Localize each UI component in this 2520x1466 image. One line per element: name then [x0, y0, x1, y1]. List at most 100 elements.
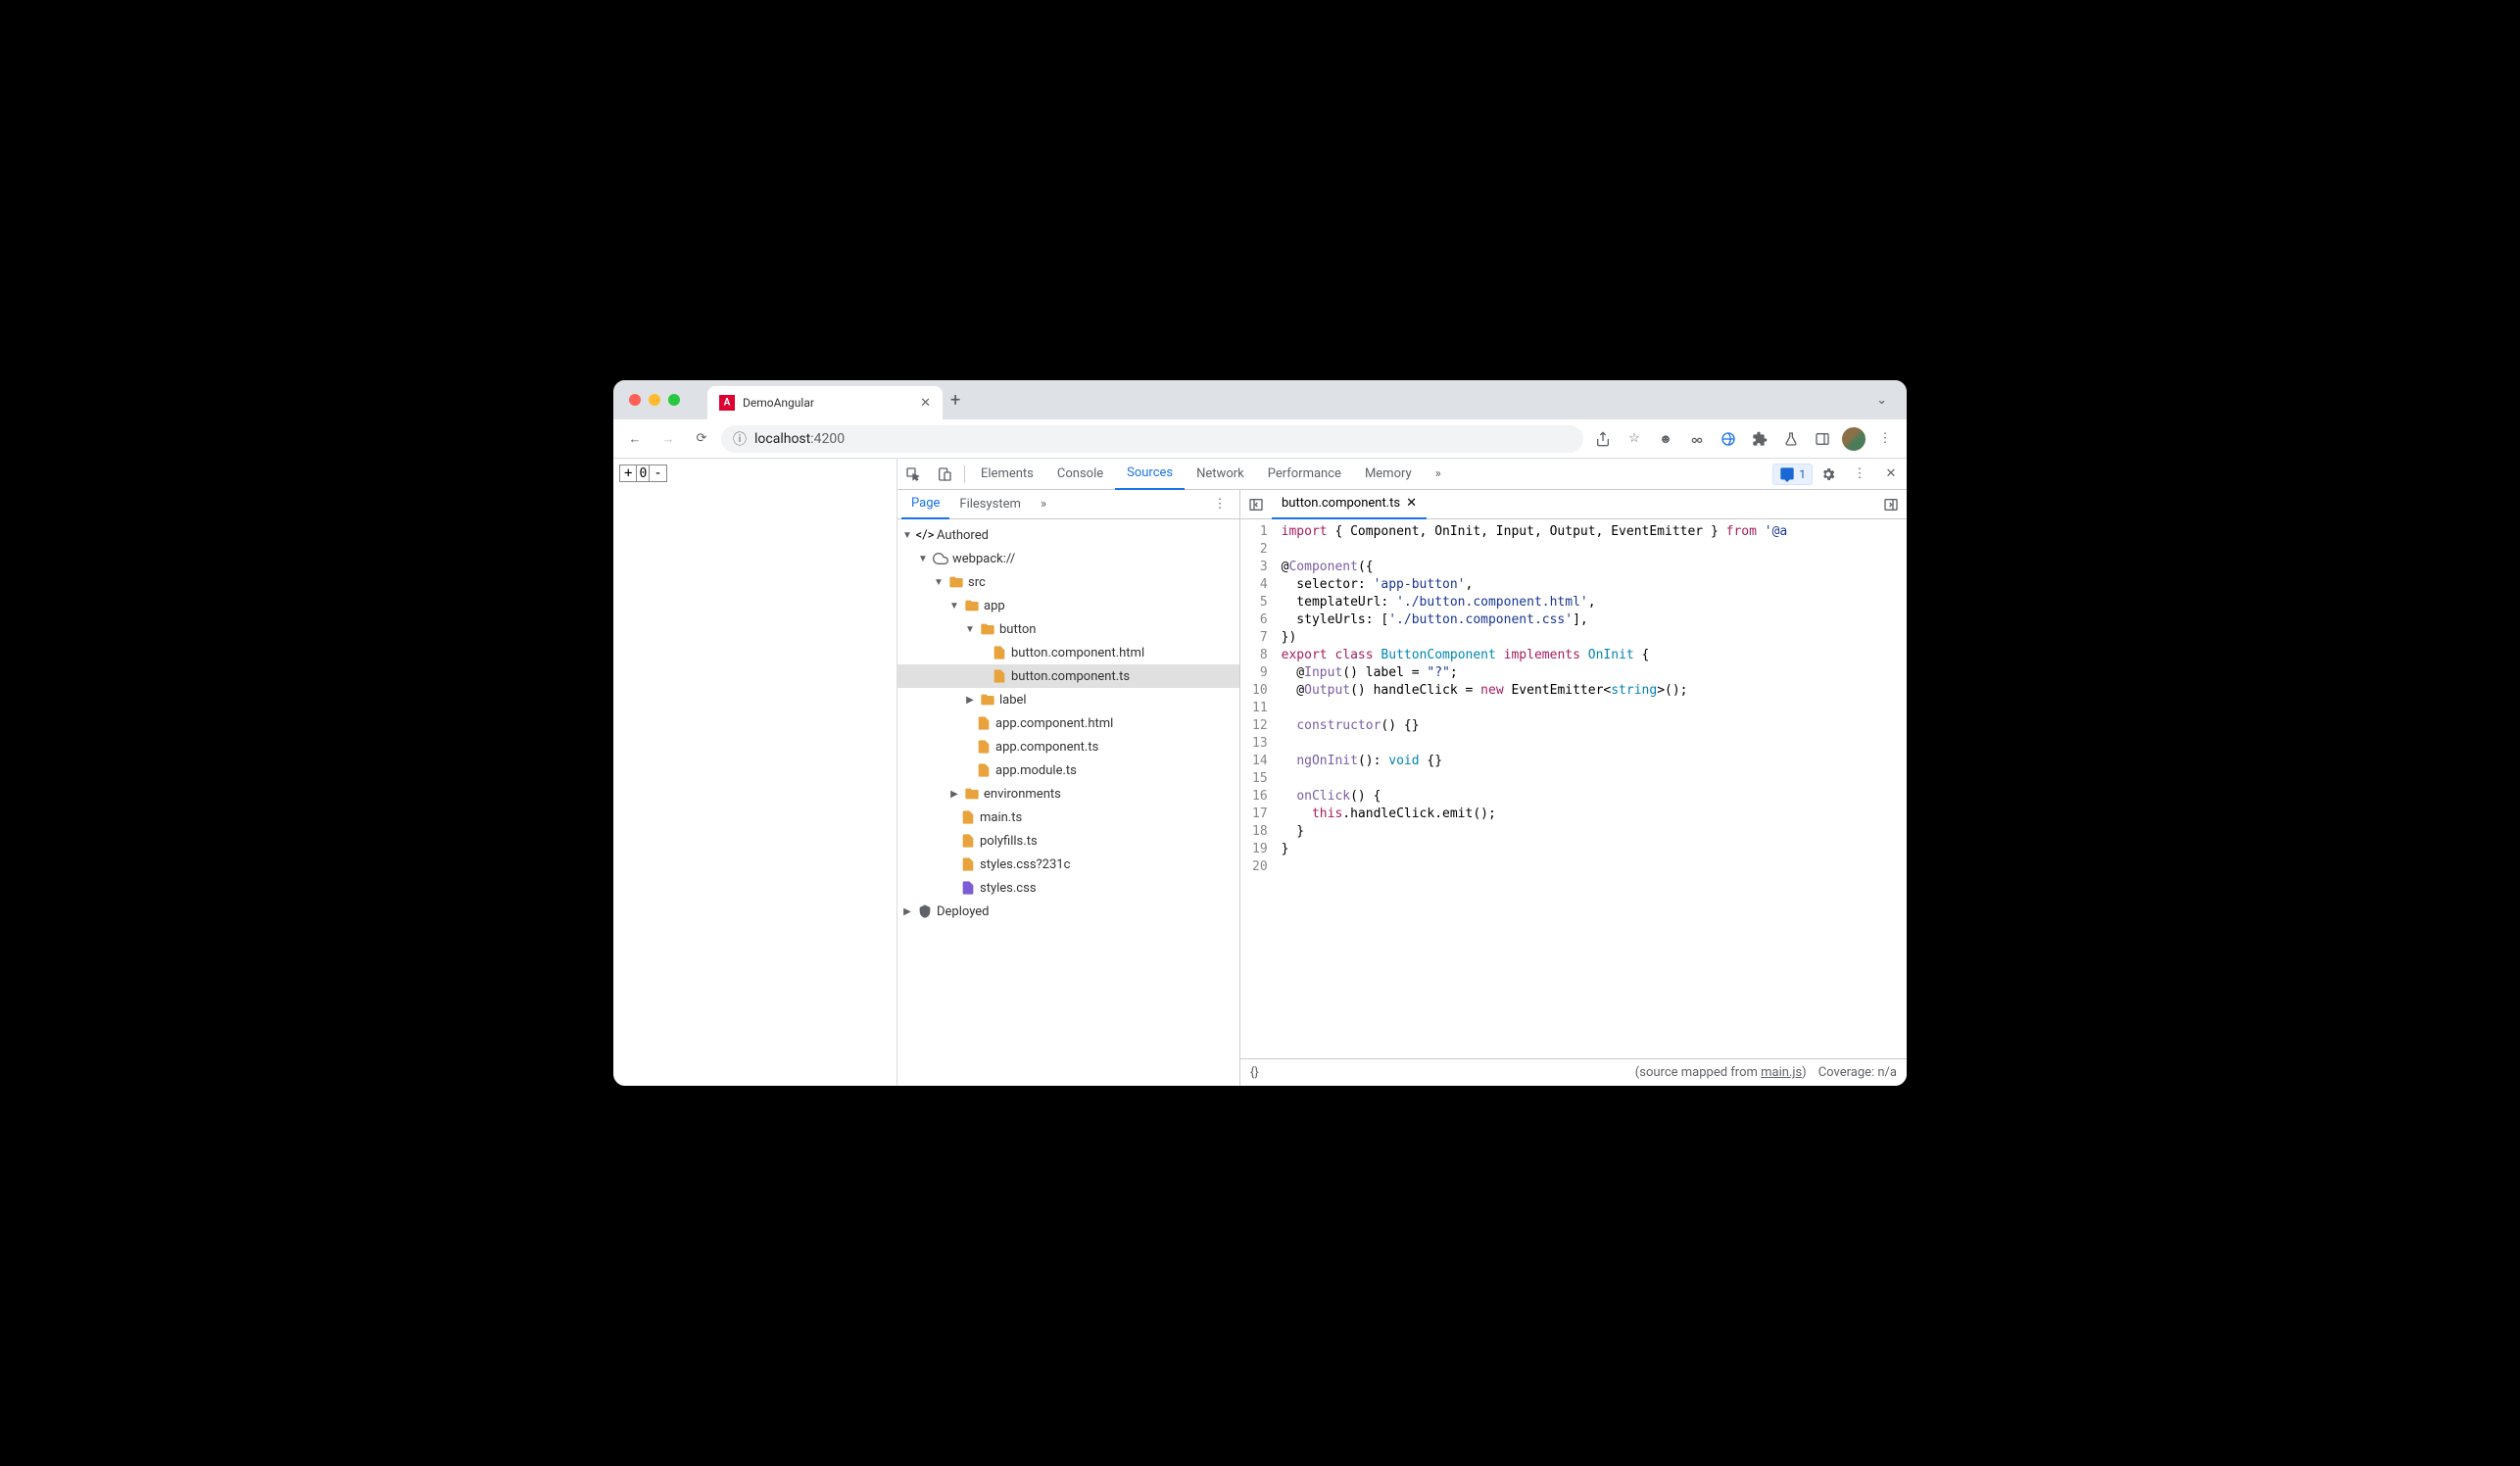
- counter-minus-button[interactable]: -: [649, 465, 665, 481]
- browser-menu-button[interactable]: ⋮: [1871, 425, 1899, 453]
- code-editor[interactable]: 1 2 3 4 5 6 7 8 9 10 11 12 13 14 15 16 1…: [1240, 519, 1907, 1058]
- tree-label-folder[interactable]: ▶ label: [897, 688, 1239, 711]
- forward-button[interactable]: →: [654, 425, 682, 453]
- tree-webpack[interactable]: ▼ webpack://: [897, 547, 1239, 570]
- deployed-icon: [917, 904, 933, 919]
- counter-plus-button[interactable]: +: [620, 465, 637, 481]
- tree-app[interactable]: ▼ app: [897, 594, 1239, 617]
- chevron-down-icon: ▼: [917, 554, 929, 564]
- sources-body: Page Filesystem » ⋮ ▼ </> Authored: [897, 490, 1907, 1086]
- file-icon: [992, 645, 1007, 660]
- tree-environments[interactable]: ▶ environments: [897, 782, 1239, 806]
- devtools-menu-button[interactable]: ⋮: [1844, 459, 1875, 490]
- url-input[interactable]: ⓘ localhost:4200: [721, 425, 1583, 453]
- tab-console[interactable]: Console: [1045, 459, 1115, 490]
- file-icon: [960, 833, 976, 849]
- tree-file-button-ts[interactable]: button.component.ts: [897, 664, 1239, 688]
- labs-icon[interactable]: [1777, 425, 1805, 453]
- issues-badge[interactable]: 1: [1772, 464, 1813, 485]
- browser-tab[interactable]: DemoAngular ✕: [707, 386, 943, 419]
- device-toolbar-icon[interactable]: [929, 459, 960, 490]
- navigator-menu-button[interactable]: ⋮: [1204, 490, 1236, 520]
- tree-authored[interactable]: ▼ </> Authored: [897, 523, 1239, 547]
- file-icon: [960, 809, 976, 825]
- bookmark-icon[interactable]: ☆: [1621, 425, 1648, 453]
- coverage-info: Coverage: n/a: [1818, 1065, 1897, 1080]
- tabs-dropdown-button[interactable]: ⌄: [1865, 393, 1899, 408]
- tree-label: button.component.ts: [1011, 669, 1130, 684]
- extension-skull-icon[interactable]: ☻: [1652, 425, 1679, 453]
- toggle-debugger-icon[interactable]: [1875, 490, 1907, 520]
- tree-file-styles-q[interactable]: styles.css?231c: [897, 853, 1239, 876]
- editor-tab-close[interactable]: ✕: [1406, 496, 1417, 511]
- reload-button[interactable]: ⟳: [688, 425, 715, 453]
- chevron-down-icon: ▼: [901, 530, 913, 541]
- extensions-icon[interactable]: [1746, 425, 1773, 453]
- tab-memory[interactable]: Memory: [1353, 459, 1424, 490]
- tree-src[interactable]: ▼ src: [897, 570, 1239, 594]
- toggle-navigator-icon[interactable]: [1240, 490, 1272, 520]
- subtabs-overflow[interactable]: »: [1031, 490, 1056, 519]
- new-tab-button[interactable]: +: [950, 390, 960, 411]
- tree-button-folder[interactable]: ▼ button: [897, 617, 1239, 641]
- window-maximize-button[interactable]: [668, 394, 680, 406]
- folder-icon: [964, 598, 980, 613]
- tab-network[interactable]: Network: [1185, 459, 1256, 490]
- tree-file-main[interactable]: main.ts: [897, 806, 1239, 829]
- devtools-tab-bar: Elements Console Sources Network Perform…: [897, 459, 1907, 490]
- folder-icon: [980, 621, 995, 637]
- url-host: localhost: [754, 431, 810, 447]
- info-icon: ⓘ: [733, 429, 747, 449]
- main-area: + 0 - Elements Console Sources Network P…: [613, 459, 1907, 1086]
- source-map-link[interactable]: main.js: [1761, 1065, 1802, 1080]
- tree-label: main.ts: [980, 810, 1022, 825]
- profile-avatar[interactable]: [1840, 425, 1867, 453]
- side-panel-icon[interactable]: [1809, 425, 1836, 453]
- tree-file-polyfills[interactable]: polyfills.ts: [897, 829, 1239, 853]
- window-minimize-button[interactable]: [649, 394, 660, 406]
- tree-file-app-ts[interactable]: app.component.ts: [897, 735, 1239, 758]
- browser-window: DemoAngular ✕ + ⌄ ← → ⟳ ⓘ localhost:4200…: [613, 380, 1907, 1086]
- tree-file-button-html[interactable]: button.component.html: [897, 641, 1239, 664]
- chevron-down-icon: ▼: [964, 624, 976, 635]
- file-icon: [960, 880, 976, 896]
- tree-label: app.component.ts: [995, 740, 1098, 755]
- tree-file-app-module[interactable]: app.module.ts: [897, 758, 1239, 782]
- devtools-close-button[interactable]: ✕: [1875, 459, 1907, 490]
- tab-performance[interactable]: Performance: [1256, 459, 1353, 490]
- chevron-down-icon: ▼: [933, 577, 945, 588]
- tree-label: src: [968, 575, 986, 590]
- tab-elements[interactable]: Elements: [969, 459, 1045, 490]
- subtab-page[interactable]: Page: [901, 490, 949, 519]
- editor-tab-button-ts[interactable]: button.component.ts ✕: [1272, 490, 1427, 519]
- folder-icon: [980, 692, 995, 708]
- tree-label: Deployed: [937, 904, 990, 919]
- page-content: + 0 -: [613, 459, 897, 1086]
- devtools-panel: Elements Console Sources Network Perform…: [897, 459, 1907, 1086]
- tabs-overflow-button[interactable]: »: [1424, 459, 1453, 490]
- back-button[interactable]: ←: [621, 425, 649, 453]
- editor-panel: button.component.ts ✕ 1 2 3 4 5 6 7 8 9 …: [1240, 490, 1907, 1086]
- traffic-lights: [621, 394, 688, 406]
- tree-label: app: [984, 599, 1005, 613]
- extension-globe-icon[interactable]: [1715, 425, 1742, 453]
- code-icon: </>: [917, 527, 933, 543]
- tree-file-styles[interactable]: styles.css: [897, 876, 1239, 900]
- window-close-button[interactable]: [629, 394, 641, 406]
- tab-close-button[interactable]: ✕: [920, 396, 931, 411]
- share-icon[interactable]: [1589, 425, 1617, 453]
- tree-deployed[interactable]: ▶ Deployed: [897, 900, 1239, 923]
- chevron-right-icon: ▶: [964, 695, 976, 706]
- inspect-element-icon[interactable]: [897, 459, 929, 490]
- tab-sources[interactable]: Sources: [1115, 459, 1185, 490]
- tree-file-app-html[interactable]: app.component.html: [897, 711, 1239, 735]
- settings-icon[interactable]: [1813, 459, 1844, 490]
- angular-favicon: [719, 395, 735, 411]
- chevron-right-icon: ▶: [901, 906, 913, 917]
- editor-tabs: button.component.ts ✕: [1240, 490, 1907, 519]
- format-button[interactable]: {}: [1250, 1065, 1259, 1080]
- file-tree: ▼ </> Authored ▼ webpack:// ▼: [897, 519, 1239, 1086]
- extension-incognito-icon[interactable]: [1683, 425, 1711, 453]
- line-gutter: 1 2 3 4 5 6 7 8 9 10 11 12 13 14 15 16 1…: [1240, 519, 1274, 1058]
- subtab-filesystem[interactable]: Filesystem: [949, 490, 1031, 519]
